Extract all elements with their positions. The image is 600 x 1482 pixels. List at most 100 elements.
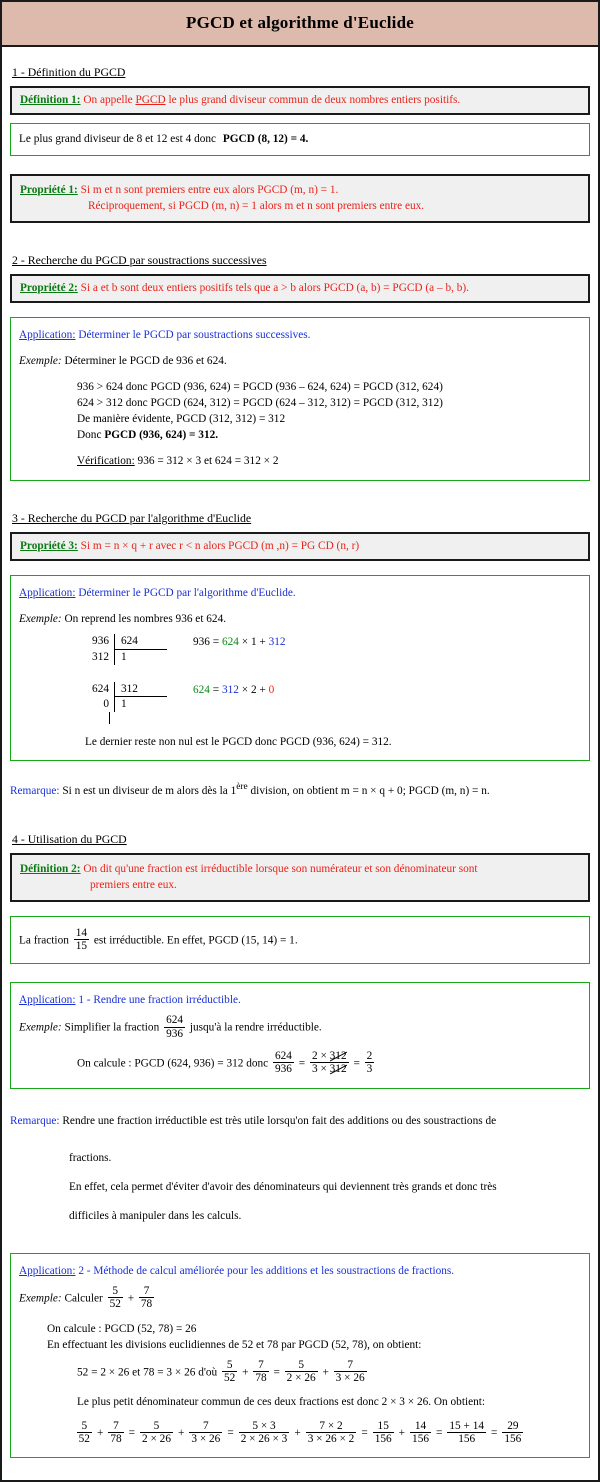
- definition-2-label: Définition 2:: [20, 862, 81, 875]
- l3-f3-den: 2 × 26: [286, 1371, 316, 1384]
- l3-op-plus-2: +: [322, 1365, 329, 1378]
- page-header: PGCD et algorithme d'Euclide: [2, 2, 598, 47]
- calc-f1-den: 52: [109, 1298, 121, 1311]
- remarque-fractions-l2: fractions.: [67, 1144, 590, 1174]
- application-euclide-label: Application:: [19, 587, 76, 600]
- l3-fraction-4: 7 3 × 26: [333, 1359, 367, 1384]
- application-soustractions-label: Application:: [19, 329, 76, 342]
- final-fraction-3-num: 5: [140, 1420, 173, 1434]
- final-operator-7: +: [398, 1427, 406, 1440]
- final-fraction-6: 7 × 23 × 26 × 2: [305, 1420, 357, 1446]
- remarque-fractions: Remarque: Rendre une fraction irréductib…: [10, 1107, 590, 1137]
- l3-f1-num: 5: [222, 1359, 238, 1372]
- application-soustractions-text: Déterminer le PGCD par soustractions suc…: [78, 329, 311, 342]
- division-1-equation: 936 = 624 × 1 + 312: [193, 634, 286, 648]
- application-1-calc-row: On calcule : PGCD (624, 936) = 312 donc …: [77, 1050, 581, 1075]
- propriete-2-line1: Si a et b sont deux entiers positifs tel…: [80, 282, 469, 295]
- document-page: PGCD et algorithme d'Euclide 1 - Définit…: [0, 0, 600, 1482]
- final-fraction-5-num: 5 × 3: [238, 1420, 290, 1434]
- application-2-final-equation: 5 52 +7 78 = 5 2 × 26 +7 3 × 26 = 5 × 32 × 26 × 3 +…: [19, 1420, 581, 1445]
- l3-f2-num: 7: [253, 1359, 269, 1372]
- final-fraction-8: 14 156: [410, 1420, 431, 1445]
- fraction-624-936-small: 624 936: [164, 1014, 186, 1040]
- remarque-fractions-line1: Rendre une fraction irréductible est trè…: [62, 1115, 497, 1128]
- division-1-divisor: 624: [114, 634, 167, 651]
- definition-1-example-box: Le plus grand diviseur de 8 et 12 est 4 …: [10, 123, 590, 156]
- propriete-2-label: Propriété 2:: [20, 282, 78, 295]
- exemple-text-s2: Déterminer le PGCD de 936 et 624.: [64, 355, 227, 368]
- exemple-label-app1: Exemple:: [19, 1021, 62, 1034]
- definition-1-box: Définition 1: On appelle PGCD le plus gr…: [10, 86, 590, 115]
- section-heading-2: 2 - Recherche du PGCD par soustractions …: [12, 253, 267, 268]
- soustraction-step-3: De manière évidente, PGCD (312, 312) = 3…: [77, 413, 286, 426]
- final-fraction-5-den: 2 × 26 × 3: [240, 1433, 288, 1446]
- division-2-eq-c: 312: [221, 683, 239, 696]
- final-fraction-1: 5 52: [76, 1420, 92, 1446]
- soustraction-step-2: 624 > 312 donc PGCD (624, 312) = PGCD (6…: [77, 397, 443, 410]
- division-bar-extension: [109, 712, 110, 725]
- application-2-lcd-text: Le plus petit dénominateur commun de ces…: [77, 1396, 486, 1409]
- propriete-1-line1: Si m et n sont premiers entre eux alors …: [80, 184, 339, 196]
- definition-1-example-text: Le plus grand diviseur de 8 et 12 est 4 …: [19, 133, 217, 145]
- fraction-624-936-den: 936: [166, 1027, 184, 1040]
- simplify-fraction-2: 2 × 312 3 × 312: [309, 1050, 349, 1075]
- final-fraction-2-num: 7: [108, 1420, 124, 1434]
- final-fraction-9-num: 15 + 14: [447, 1420, 486, 1434]
- simplify-eq-2: =: [353, 1057, 360, 1070]
- final-fraction-2: 7 78: [108, 1420, 124, 1446]
- l3-f1-den: 52: [224, 1371, 236, 1384]
- division-2-eq-a: 624: [193, 683, 210, 696]
- euclid-conclusion: Le dernier reste non nul est le PGCD don…: [85, 736, 392, 749]
- application-2-line-3: 52 = 2 × 26 et 78 = 3 × 26 d'où 5 52 + 7…: [77, 1359, 581, 1384]
- final-fraction-4-den: 3 × 26: [191, 1433, 221, 1446]
- simplify-fraction-1: 624 936: [273, 1050, 294, 1075]
- exemple-label-s2: Exemple:: [19, 355, 62, 368]
- definition-1-text-before: On appelle: [83, 94, 133, 106]
- simplify-f2-den-a: 3 ×: [311, 1062, 327, 1075]
- propriete-3-label: Propriété 3:: [20, 540, 78, 553]
- final-fraction-9-den: 156: [458, 1433, 476, 1446]
- l3-f2-den: 78: [255, 1371, 267, 1384]
- division-2-eq-d: × 2 +: [238, 683, 269, 696]
- application-1-box: Application: 1 - Rendre une fraction irr…: [10, 982, 590, 1090]
- final-fraction-4-num: 7: [189, 1420, 223, 1434]
- division-1-table: 936 624 312 1: [69, 634, 169, 665]
- division-1-quotient: 1: [114, 650, 167, 665]
- fraction-14-15-num: 14: [73, 926, 89, 941]
- calc-f2-num: 7: [138, 1285, 155, 1299]
- remarque-euclide-label: Remarque:: [10, 784, 60, 797]
- application-2-line-3-text: 52 = 2 × 26 et 78 = 3 × 26 d'où: [77, 1365, 218, 1378]
- simplify-f2-den: 3 × 312: [310, 1063, 349, 1075]
- calc-f1-num: 5: [107, 1285, 123, 1299]
- final-operator-2: =: [128, 1427, 135, 1440]
- soustraction-conclusion: Donc PGCD (936, 624) = 312.: [77, 427, 581, 443]
- calc-plus-sign: +: [127, 1292, 135, 1305]
- simplify-f2-num: 2 × 312: [309, 1050, 349, 1063]
- division-2-table: 624 312 0 1: [69, 681, 169, 713]
- l3-fraction-3: 5 2 × 26: [284, 1359, 318, 1384]
- final-operator-5: +: [294, 1427, 301, 1440]
- final-fraction-7-num: 15: [372, 1420, 394, 1434]
- final-fraction-1-den: 52: [78, 1433, 90, 1446]
- l3-fraction-2: 7 78: [253, 1359, 269, 1384]
- section-heading-4: 4 - Utilisation du PGCD: [12, 831, 127, 846]
- simplify-f1-num: 624: [273, 1049, 294, 1063]
- application-2-calc-line-2: En effectuant les divisions euclidiennes…: [47, 1338, 422, 1351]
- division-1-eq-c: × 1 +: [238, 636, 269, 649]
- final-fraction-2-den: 78: [110, 1433, 122, 1446]
- exemple-app1-b: jusqu'à la rendre irréductible.: [189, 1021, 322, 1034]
- l3-f4-num: 7: [333, 1359, 367, 1372]
- remarque-euclide-sup: ère: [236, 782, 248, 793]
- final-fraction-6-den: 3 × 26 × 2: [307, 1433, 355, 1446]
- division-1-eq-d: 312: [268, 636, 286, 649]
- remarque-fractions-l4: difficiles à manipuler dans les calculs.: [67, 1202, 590, 1232]
- fraction-14-15-den: 15: [75, 940, 87, 953]
- euclid-division-2: 624 312 0 1 624 = 312 × 2 + 0: [19, 681, 581, 713]
- division-2-divisor: 312: [114, 681, 167, 698]
- definition-1-example-result: PGCD (8, 12) = 4.: [222, 133, 309, 145]
- propriete-1-box: Propriété 1: Si m et n sont premiers ent…: [10, 174, 590, 224]
- division-1-eq-b: 624: [221, 636, 239, 649]
- final-fraction-1-num: 5: [76, 1420, 92, 1434]
- final-fraction-7-den: 156: [374, 1433, 392, 1446]
- fraction-624-936-num: 624: [164, 1014, 186, 1028]
